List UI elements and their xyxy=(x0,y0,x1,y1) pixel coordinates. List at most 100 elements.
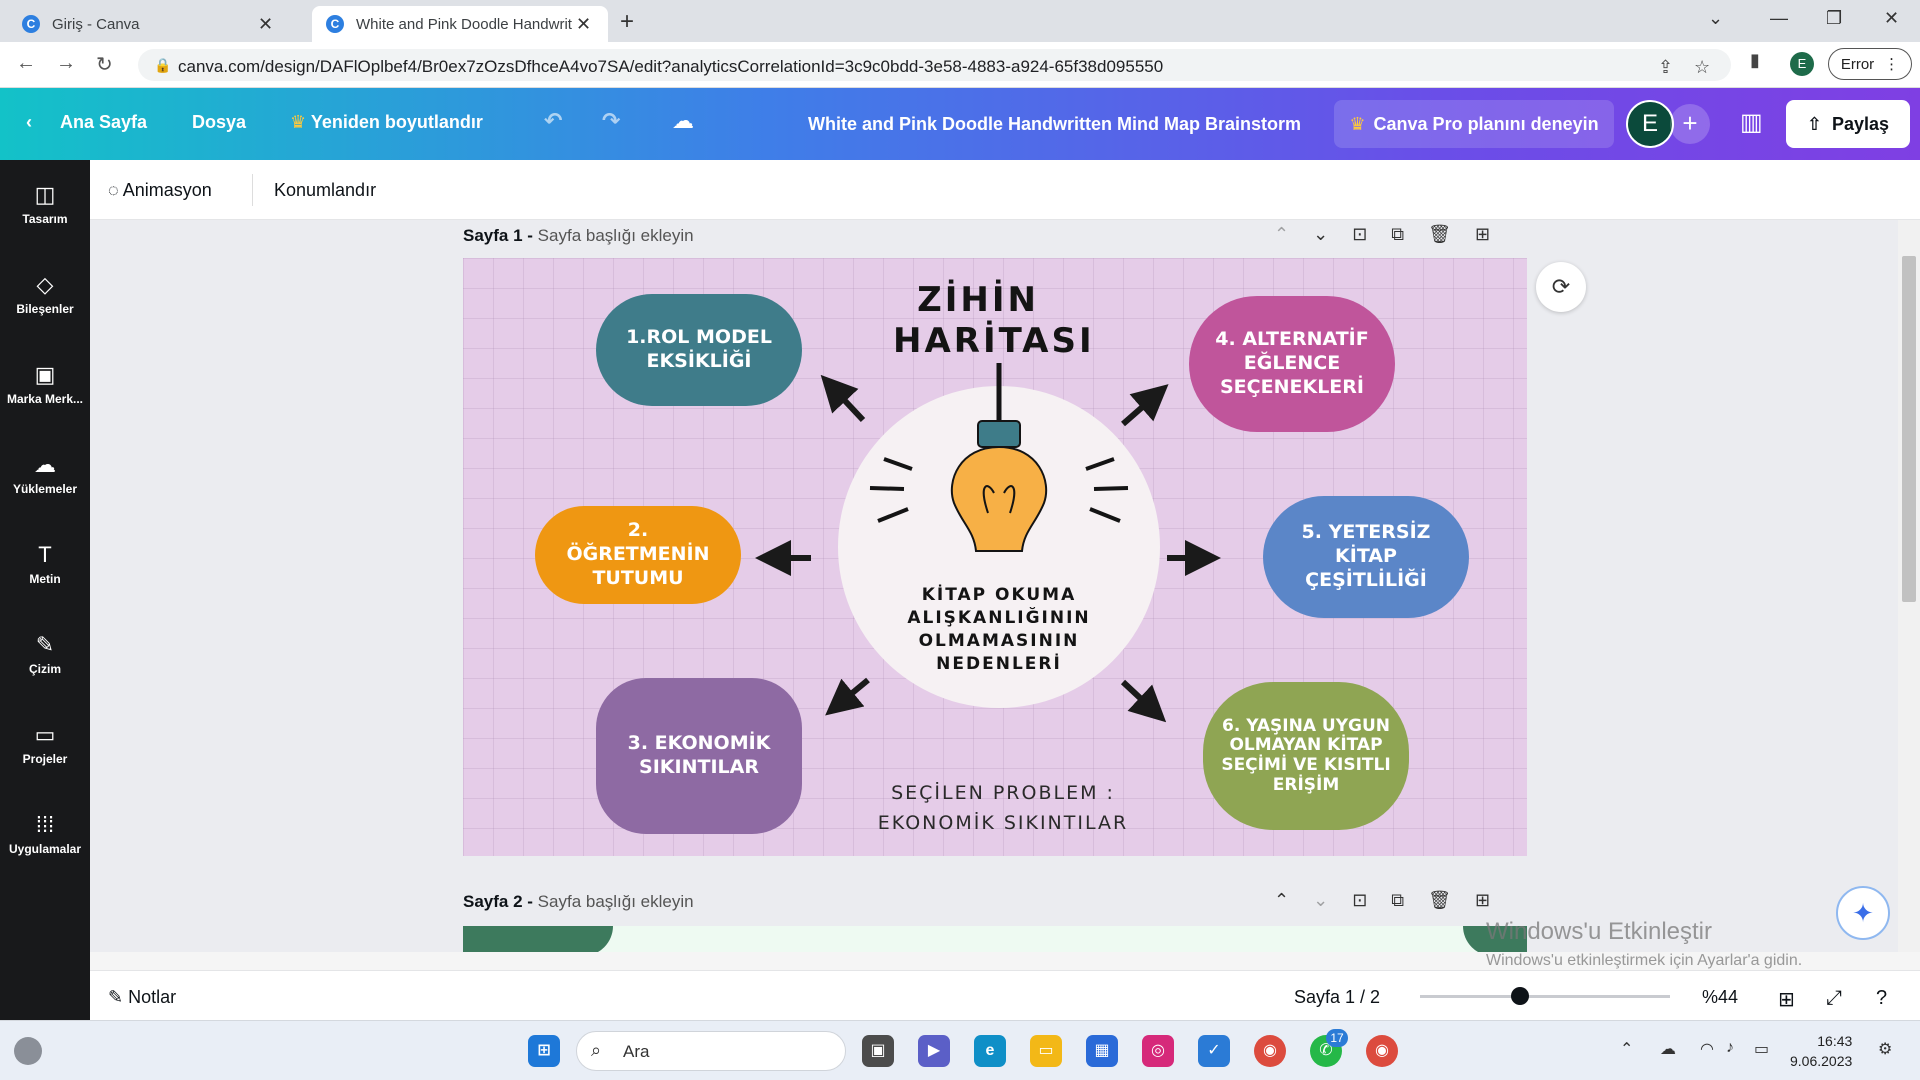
tab-design[interactable]: C White and Pink Doodle Handwrit ✕ xyxy=(312,6,608,42)
undo-icon[interactable]: ↶ xyxy=(544,108,562,134)
share-button[interactable]: ⇧ Paylaş xyxy=(1786,100,1910,148)
close-tab-icon[interactable]: ✕ xyxy=(258,14,273,35)
page-indicator[interactable]: Sayfa 1 / 2 xyxy=(1294,987,1380,1008)
magic-sparkle-button[interactable]: ✦ xyxy=(1836,886,1890,940)
vertical-scrollbar[interactable] xyxy=(1898,220,1920,952)
reload-icon[interactable]: ↻ xyxy=(96,52,113,77)
forward-icon[interactable]: → xyxy=(56,52,76,75)
tab-title: Giriş - Canva xyxy=(52,15,140,33)
user-avatar[interactable]: E xyxy=(1626,100,1674,148)
volume-icon[interactable]: ♪ xyxy=(1726,1039,1734,1057)
file-menu-button[interactable]: Dosya xyxy=(192,112,246,133)
task-view-icon[interactable]: ▣ xyxy=(862,1035,894,1067)
edge-icon[interactable]: e xyxy=(974,1035,1006,1067)
lock-page-icon[interactable]: ⊡ xyxy=(1352,224,1391,244)
move-up-icon[interactable]: ⌃ xyxy=(1274,890,1313,910)
move-up-icon[interactable]: ⌃ xyxy=(1274,224,1313,244)
clock[interactable]: 16:43 9.06.2023 xyxy=(1790,1031,1852,1071)
grid-view-icon[interactable]: ⊞ xyxy=(1778,987,1795,1012)
resize-button[interactable]: ♛ Yeniden boyutlandır xyxy=(290,112,483,133)
fullscreen-icon[interactable]: ⤢ xyxy=(1826,987,1842,1010)
onedrive-icon[interactable]: ☁ xyxy=(1660,1039,1676,1059)
sidebar-item-elements[interactable]: ◇ Bileşenler xyxy=(0,272,90,316)
try-pro-button[interactable]: ♛ Canva Pro planını deneyin xyxy=(1334,100,1614,148)
canva-favicon-icon: C xyxy=(326,15,344,33)
instagram-icon[interactable]: ◎ xyxy=(1142,1035,1174,1067)
sidebar-item-design[interactable]: ◫ Tasarım xyxy=(0,182,90,226)
tray-chevron-icon[interactable]: ⌃ xyxy=(1620,1039,1633,1059)
scroll-thumb[interactable] xyxy=(1902,256,1916,602)
share-page-icon[interactable]: ⇪ xyxy=(1658,57,1673,78)
todo-icon[interactable]: ✓ xyxy=(1198,1035,1230,1067)
new-tab-button[interactable]: + xyxy=(620,8,634,36)
sidebar-item-apps[interactable]: ⁞⁞⁞ Uygulamalar xyxy=(0,812,90,856)
cloud-saved-icon[interactable]: ☁ xyxy=(672,108,694,134)
delete-page-icon[interactable]: 🗑 xyxy=(1428,224,1475,244)
folder-icon: ▭ xyxy=(34,722,56,747)
home-button[interactable]: Ana Sayfa xyxy=(60,112,147,133)
document-title[interactable]: White and Pink Doodle Handwritten Mind M… xyxy=(808,114,1301,135)
notes-button[interactable]: ✎ Notlar xyxy=(108,987,176,1008)
tab-canva-home[interactable]: C Giriş - Canva ✕ xyxy=(0,6,310,42)
battery-icon[interactable]: ▭ xyxy=(1754,1039,1769,1059)
sidebar-item-brand[interactable]: ▣ Marka Merk... xyxy=(0,362,90,406)
position-button[interactable]: Konumlandır xyxy=(274,180,376,201)
close-tab-icon[interactable]: ✕ xyxy=(576,14,591,35)
taskbar-search[interactable]: ⌕ Ara xyxy=(576,1031,846,1071)
bookmark-star-icon[interactable]: ☆ xyxy=(1694,57,1710,78)
move-down-icon[interactable]: ⌄ xyxy=(1313,224,1352,244)
chat-icon[interactable]: ▶ xyxy=(918,1035,950,1067)
zoom-level[interactable]: %44 xyxy=(1702,987,1738,1008)
redo-icon[interactable]: ↷ xyxy=(602,108,620,134)
help-icon[interactable]: ? xyxy=(1876,987,1887,1010)
minimize-button[interactable]: — xyxy=(1770,8,1788,29)
lock-icon[interactable]: 🔒 xyxy=(154,57,171,74)
lock-page-icon[interactable]: ⊡ xyxy=(1352,890,1391,910)
selected-problem-text[interactable]: SEÇİLEN PROBLEM : EKONOMİK SIKINTILAR xyxy=(863,778,1143,839)
close-window-button[interactable]: ✕ xyxy=(1884,8,1899,29)
animation-button[interactable]: ◌ Animasyon xyxy=(108,180,212,201)
sidebar-item-uploads[interactable]: ☁ Yüklemeler xyxy=(0,452,90,496)
sidepanel-icon[interactable]: ▮ xyxy=(1750,50,1760,71)
page-2-preview[interactable] xyxy=(463,926,1527,952)
weather-icon[interactable] xyxy=(14,1037,42,1065)
back-chevron-icon[interactable]: ‹ xyxy=(26,112,32,133)
add-comment-button[interactable]: ⟳ xyxy=(1536,262,1586,312)
chrome-icon[interactable]: ◉ xyxy=(1254,1035,1286,1067)
sidebar-item-projects[interactable]: ▭ Projeler xyxy=(0,722,90,766)
mind-map-page[interactable]: ZİHİN HARİTASI KİTAP OKUMA ALIŞKANLIĞININ… xyxy=(463,258,1527,856)
sidebar-item-draw[interactable]: ✎ Çizim xyxy=(0,632,90,676)
notification-bell-icon[interactable]: ⚙ xyxy=(1878,1039,1892,1059)
zoom-slider-knob[interactable] xyxy=(1511,987,1529,1005)
page-title-input[interactable]: Sayfa başlığı ekleyin xyxy=(538,226,694,245)
page-label: Sayfa 2 - xyxy=(463,892,533,911)
animation-label: Animasyon xyxy=(122,180,212,200)
add-collaborator-button[interactable]: + xyxy=(1670,104,1710,144)
add-page-icon[interactable]: ⊞ xyxy=(1475,890,1514,910)
page-2-header: Sayfa 2 - Sayfa başlığı ekleyin xyxy=(463,892,694,912)
profile-avatar[interactable]: E xyxy=(1790,52,1814,76)
tab-search-icon[interactable]: ⌄ xyxy=(1708,8,1723,29)
url-field[interactable]: 🔒 canva.com/design/DAFlOplbef4/Br0ex7zOz… xyxy=(138,49,1731,81)
move-down-icon[interactable]: ⌄ xyxy=(1313,890,1352,910)
store-icon[interactable]: ▦ xyxy=(1086,1035,1118,1067)
zoom-slider[interactable] xyxy=(1420,995,1670,998)
duplicate-page-icon[interactable]: ⧉ xyxy=(1391,890,1428,910)
error-button[interactable]: Error ⋮ xyxy=(1828,48,1912,80)
wifi-icon[interactable]: ◠ xyxy=(1700,1039,1714,1059)
start-windows-icon[interactable]: ⊞ xyxy=(528,1035,560,1067)
sidebar-item-label: Bileşenler xyxy=(16,302,74,316)
sidebar-item-text[interactable]: T Metin xyxy=(0,542,90,586)
notification-badge: 17 xyxy=(1326,1029,1348,1047)
file-explorer-icon[interactable]: ▭ xyxy=(1030,1035,1062,1067)
back-icon[interactable]: ← xyxy=(16,52,36,75)
add-page-icon[interactable]: ⊞ xyxy=(1475,224,1514,244)
activation-watermark-subtitle: Windows'u etkinleştirmek için Ayarlar'a … xyxy=(1486,952,1803,969)
page-title-input[interactable]: Sayfa başlığı ekleyin xyxy=(538,892,694,911)
duplicate-page-icon[interactable]: ⧉ xyxy=(1391,224,1428,244)
delete-page-icon[interactable]: 🗑 xyxy=(1428,890,1475,910)
chrome-profile-icon[interactable]: ◉ xyxy=(1366,1035,1398,1067)
clock-time: 16:43 xyxy=(1817,1033,1853,1049)
insights-chart-icon[interactable]: ▥ xyxy=(1740,108,1763,137)
maximize-button[interactable]: ❐ xyxy=(1826,8,1842,29)
